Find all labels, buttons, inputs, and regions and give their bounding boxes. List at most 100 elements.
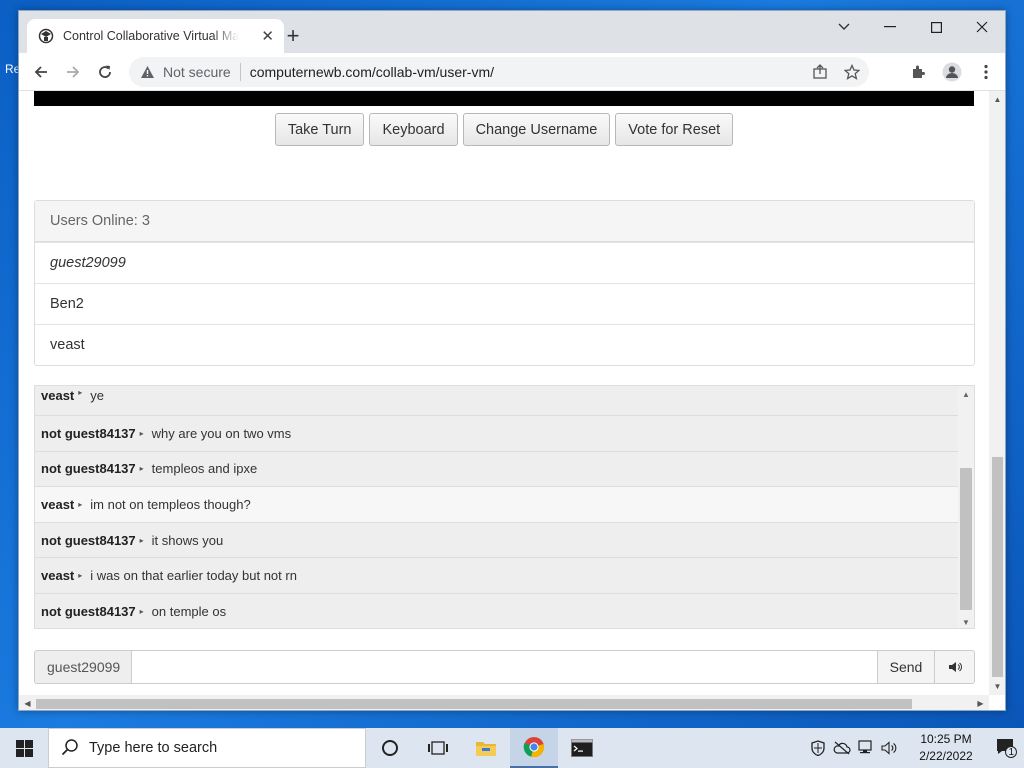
bookmark-star-icon[interactable] xyxy=(843,63,861,81)
take-turn-button[interactable]: Take Turn xyxy=(274,113,365,146)
extensions-puzzle-icon[interactable] xyxy=(905,57,931,87)
volume-icon[interactable] xyxy=(878,728,902,768)
scroll-down-arrow-icon[interactable]: ▼ xyxy=(989,678,1005,695)
search-icon xyxy=(61,738,79,759)
chat-username: not guest84137 xyxy=(41,425,136,441)
chat-text: im not on templeos though? xyxy=(90,496,251,512)
page-viewport: Take Turn Keyboard Change Username Vote … xyxy=(19,91,989,695)
vote-for-reset-button[interactable]: Vote for Reset xyxy=(615,113,734,146)
clock-date: 2/22/2022 xyxy=(919,749,973,763)
send-button[interactable]: Send xyxy=(877,650,935,684)
profile-avatar-icon[interactable] xyxy=(939,57,965,87)
search-placeholder: Type here to search xyxy=(89,740,218,756)
chat-arrow-icon: ▸ xyxy=(139,428,144,438)
chat-username: veast xyxy=(41,388,75,403)
chat-text: templeos and ipxe xyxy=(151,461,258,477)
chat-arrow-icon: ▸ xyxy=(139,464,144,474)
chat-text: why are you on two vms xyxy=(151,425,292,441)
vm-button-bar: Take Turn Keyboard Change Username Vote … xyxy=(19,113,989,146)
chat-username-label: guest29099 xyxy=(34,650,132,684)
change-username-button[interactable]: Change Username xyxy=(462,113,611,146)
chat-panel[interactable]: veast ▸ ye not guest84137 ▸ why are you on t… xyxy=(34,385,975,629)
omnibox-separator xyxy=(239,63,241,81)
reload-icon[interactable] xyxy=(89,56,121,88)
browser-tab[interactable]: Control Collaborative Virtual Machine ✕ xyxy=(27,19,284,53)
chat-message: not guest84137 ▸ on temple os xyxy=(35,593,959,628)
browser-window: Control Collaborative Virtual Machine ✕ … xyxy=(18,10,1006,711)
chat-scroll-thumb[interactable] xyxy=(960,468,972,610)
tab-close-icon[interactable]: ✕ xyxy=(261,27,274,45)
users-online-panel: Users Online: 3 guest29099 Ben2 veast xyxy=(34,200,975,366)
chat-username: not guest84137 xyxy=(41,461,136,477)
collabvm-favicon-icon xyxy=(37,27,55,45)
user-list-item: veast xyxy=(35,324,974,365)
chat-message: not guest84137 ▸ it shows you xyxy=(35,522,959,559)
network-icon[interactable] xyxy=(854,728,878,768)
chat-username: not guest84137 xyxy=(41,532,136,548)
address-bar[interactable]: Not secure computernewb.com/collab-vm/us… xyxy=(129,57,869,87)
chat-arrow-icon: ▸ xyxy=(139,535,144,545)
taskbar-search-box[interactable]: Type here to search xyxy=(48,728,366,768)
scroll-up-arrow-icon[interactable]: ▲ xyxy=(989,91,1005,108)
keyboard-button[interactable]: Keyboard xyxy=(369,113,458,146)
task-view-icon[interactable] xyxy=(414,728,462,768)
tab-search-chevron-icon[interactable] xyxy=(821,11,867,43)
chat-message: veast ▸ ye xyxy=(35,386,959,416)
page-scroll-thumb[interactable] xyxy=(992,457,1003,677)
new-tab-icon[interactable]: + xyxy=(279,24,307,48)
users-online-header: Users Online: 3 xyxy=(35,201,974,242)
scroll-down-arrow-icon[interactable]: ▼ xyxy=(958,614,974,628)
file-explorer-icon[interactable] xyxy=(462,728,510,768)
tab-title: Control Collaborative Virtual Machine xyxy=(63,29,239,43)
page-vertical-scrollbar[interactable]: ▲ ▼ xyxy=(989,91,1005,695)
start-windows-icon[interactable] xyxy=(0,728,48,768)
cortana-icon[interactable] xyxy=(366,728,414,768)
chat-arrow-icon: ▸ xyxy=(139,606,144,616)
notification-count: 1 xyxy=(1008,747,1014,758)
chat-scrollbar[interactable]: ▲ ▼ xyxy=(958,386,974,628)
user-list-item: guest29099 xyxy=(35,242,974,283)
scroll-left-arrow-icon[interactable]: ◀ xyxy=(19,695,36,710)
taskbar-clock[interactable]: 10:25 PM 2/22/2022 xyxy=(910,731,982,765)
chat-text: i was on that earlier today but not rn xyxy=(90,568,297,584)
terminal-icon[interactable] xyxy=(558,728,606,768)
notification-center-icon[interactable]: 1 xyxy=(990,728,1024,768)
chat-message: veast ▸ i was on that earlier today but no… xyxy=(35,558,959,594)
chat-username: not guest84137 xyxy=(41,603,136,619)
clock-time: 10:25 PM xyxy=(920,732,972,746)
chat-message: veast ▸ im not on templeos though? xyxy=(35,487,959,523)
maximize-icon[interactable] xyxy=(913,11,959,43)
menu-kebab-icon[interactable] xyxy=(973,57,999,87)
taskbar: Type here to search 10:25 PM 2/22/2022 1 xyxy=(0,728,1024,768)
page-hscroll-thumb[interactable] xyxy=(36,699,912,709)
chat-text: on temple os xyxy=(151,603,227,619)
browser-toolbar: Not secure computernewb.com/collab-vm/us… xyxy=(19,53,1005,91)
warning-icon[interactable] xyxy=(139,64,155,80)
sound-toggle-button[interactable] xyxy=(935,650,975,684)
page-horizontal-scrollbar[interactable]: ◀ ▶ xyxy=(19,695,989,710)
close-window-icon[interactable] xyxy=(959,11,1005,43)
chat-input-group: guest29099 Send xyxy=(34,650,975,684)
vm-screen[interactable] xyxy=(34,91,974,106)
chrome-icon[interactable] xyxy=(510,728,558,768)
chat-input[interactable] xyxy=(132,650,877,684)
share-icon[interactable] xyxy=(811,63,829,81)
chat-username: veast xyxy=(41,496,75,512)
minimize-icon[interactable] xyxy=(867,11,913,43)
system-tray: 10:25 PM 2/22/2022 1 xyxy=(806,728,1024,768)
scroll-up-arrow-icon[interactable]: ▲ xyxy=(958,386,974,402)
onedrive-offline-icon[interactable] xyxy=(830,728,854,768)
chat-arrow-icon: ▸ xyxy=(78,388,83,397)
scroll-right-arrow-icon[interactable]: ▶ xyxy=(972,695,989,710)
chat-message: not guest84137 ▸ templeos and ipxe xyxy=(35,451,959,488)
forward-icon[interactable] xyxy=(57,56,89,88)
speaker-icon xyxy=(948,662,962,672)
chat-username: veast xyxy=(41,568,75,584)
security-shield-icon[interactable] xyxy=(806,728,830,768)
chat-text: ye xyxy=(90,388,104,403)
url-text[interactable]: computernewb.com/collab-vm/user-vm/ xyxy=(250,64,494,80)
back-icon[interactable] xyxy=(25,56,57,88)
not-secure-label[interactable]: Not secure xyxy=(163,64,231,80)
chat-text: it shows you xyxy=(151,532,224,548)
title-bar: Control Collaborative Virtual Machine ✕ … xyxy=(19,11,1005,53)
